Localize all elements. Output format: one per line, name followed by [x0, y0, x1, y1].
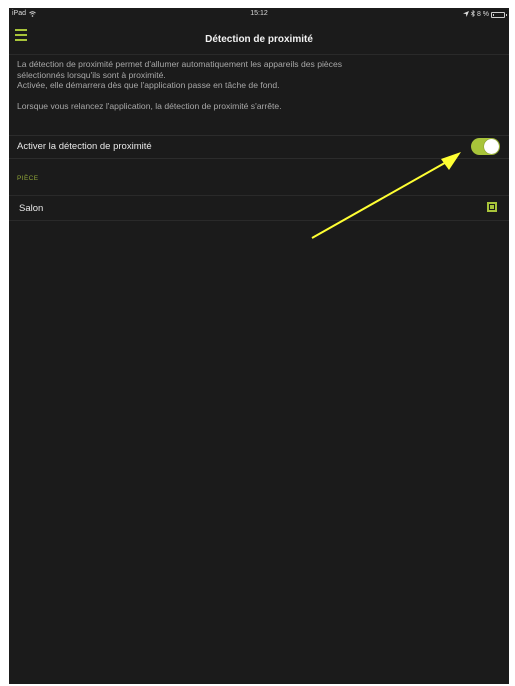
description: La détection de proximité permet d'allum… [17, 59, 497, 111]
proximity-toggle-row: Activer la détection de proximité [9, 135, 509, 159]
description-note: Lorsque vous relancez l'application, la … [17, 100, 282, 111]
status-bar: iPad 15:12 8 % [9, 8, 509, 20]
section-header-piece: PIÈCE [17, 175, 39, 182]
bluetooth-icon [471, 9, 475, 19]
checkbox-check-mark [490, 205, 494, 209]
status-right: 8 % [462, 9, 507, 19]
proximity-toggle-label: Activer la détection de proximité [17, 141, 152, 152]
battery-icon [491, 11, 507, 18]
description-line-1: La détection de proximité permet d'allum… [17, 59, 343, 69]
description-line-2: sélectionnés lorsqu'ils sont à proximité… [17, 69, 166, 80]
ipad-screen: iPad 15:12 8 % Détection de proximité La… [9, 8, 509, 684]
list-item[interactable]: Salon [9, 195, 509, 221]
location-arrow-icon [462, 10, 469, 19]
toggle-knob [484, 139, 499, 154]
room-label: Salon [19, 203, 44, 214]
battery-percent: 8 % [476, 11, 489, 18]
proximity-toggle-switch[interactable] [471, 138, 500, 155]
nav-bar: Détection de proximité [9, 20, 509, 55]
room-checkbox[interactable] [487, 202, 497, 212]
description-line-3: Activée, elle démarrera dès que l'applic… [17, 80, 280, 90]
page-title: Détection de proximité [205, 34, 313, 45]
status-time: 15:12 [250, 10, 268, 17]
